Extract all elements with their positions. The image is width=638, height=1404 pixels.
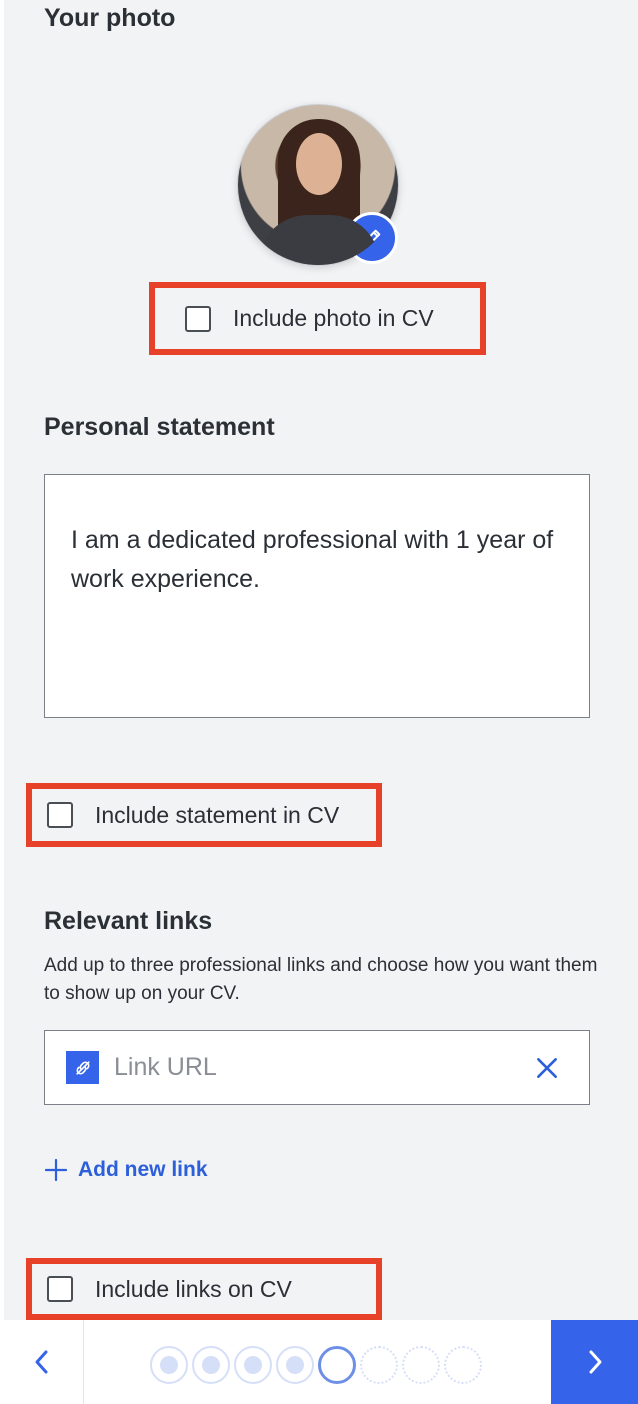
link-url-placeholder: Link URL: [114, 1053, 217, 1081]
links-heading: Relevant links: [44, 907, 213, 935]
include-statement-highlight: Include statement in CV: [26, 783, 382, 847]
include-links-label: Include links on CV: [95, 1275, 292, 1302]
step-dot: [244, 1356, 262, 1374]
step-current: [318, 1346, 356, 1384]
footer-nav: [0, 1320, 638, 1404]
clear-link-button[interactable]: [527, 1048, 567, 1088]
step-dot: [202, 1356, 220, 1374]
plus-icon: [44, 1158, 68, 1182]
link-icon: [66, 1051, 99, 1084]
step-completed: [192, 1346, 230, 1384]
statement-heading: Personal statement: [44, 413, 275, 441]
photo-heading: Your photo: [44, 4, 176, 32]
step-completed: [150, 1346, 188, 1384]
include-photo-label: Include photo in CV: [233, 305, 434, 331]
step-upcoming: [402, 1346, 440, 1384]
include-links-checkbox[interactable]: [47, 1276, 73, 1302]
progress-steps: [150, 1345, 486, 1385]
statement-textarea[interactable]: I am a dedicated professional with 1 yea…: [44, 474, 590, 718]
add-new-link-label: Add new link: [78, 1158, 208, 1181]
avatar: [237, 104, 399, 266]
left-edge-strip: [0, 0, 4, 1320]
include-photo-row[interactable]: Include photo in CV: [155, 288, 480, 349]
include-links-row[interactable]: Include links on CV: [32, 1264, 376, 1314]
include-statement-label: Include statement in CV: [95, 801, 340, 828]
links-helper-text: Add up to three professional links and c…: [44, 955, 598, 1004]
include-links-highlight: Include links on CV: [26, 1258, 382, 1320]
include-statement-row[interactable]: Include statement in CV: [32, 789, 376, 841]
add-new-link-button[interactable]: Add new link: [44, 1158, 208, 1182]
close-icon: [537, 1057, 557, 1078]
link-url-field[interactable]: Link URL: [44, 1030, 590, 1105]
include-photo-highlight: Include photo in CV: [149, 282, 486, 355]
step-completed: [234, 1346, 272, 1384]
step-completed: [276, 1346, 314, 1384]
include-photo-checkbox[interactable]: [185, 305, 211, 332]
step-upcoming: [360, 1346, 398, 1384]
include-statement-checkbox[interactable]: [47, 802, 73, 828]
step-upcoming: [444, 1346, 482, 1384]
previous-button[interactable]: [0, 1320, 84, 1404]
profile-photo: [237, 104, 399, 266]
next-button[interactable]: [551, 1320, 638, 1404]
chevron-right-icon: [589, 1350, 601, 1374]
chevron-left-icon: [35, 1350, 47, 1374]
step-dot: [160, 1356, 178, 1374]
step-dot: [286, 1356, 304, 1374]
